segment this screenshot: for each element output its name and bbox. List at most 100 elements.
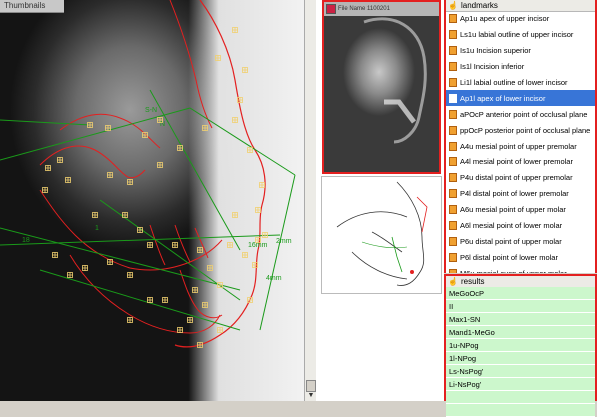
landmark-icon	[449, 141, 457, 151]
landmark-item[interactable]: A4l mesial point of lower premolar	[446, 154, 595, 170]
landmark-marker[interactable]	[45, 165, 51, 171]
landmark-label: Ap1l apex of lower incisor	[460, 93, 546, 103]
landmark-marker[interactable]	[197, 247, 203, 253]
landmark-marker[interactable]	[67, 272, 73, 278]
landmark-marker[interactable]	[127, 317, 133, 323]
landmark-marker[interactable]	[232, 212, 238, 218]
landmark-marker[interactable]	[227, 242, 233, 248]
landmark-item[interactable]: P4l distal point of lower premolar	[446, 186, 595, 202]
landmark-marker[interactable]	[147, 297, 153, 303]
landmark-item[interactable]: A4u mesial point of upper premolar	[446, 138, 595, 154]
sn-line	[0, 107, 191, 161]
landmark-item[interactable]: Is1u Incision superior	[446, 43, 595, 59]
landmark-icon	[449, 157, 457, 167]
landmark-marker[interactable]	[127, 179, 133, 185]
landmarks-panel: ☝ landmarks Ap1u apex of upper incisor Ls…	[444, 0, 597, 273]
landmark-marker[interactable]	[247, 147, 253, 153]
xray-thumbnail[interactable]: File Name 1100201	[322, 0, 441, 174]
landmark-item[interactable]: Ap1u apex of upper incisor	[446, 11, 595, 27]
landmark-icon	[449, 252, 457, 262]
landmark-marker[interactable]	[207, 265, 213, 271]
landmark-marker[interactable]	[107, 172, 113, 178]
landmark-item[interactable]: P6u distal point of upper molar	[446, 233, 595, 249]
landmark-marker[interactable]	[157, 162, 163, 168]
result-row[interactable]: MeGoOcP	[446, 287, 595, 300]
landmark-marker[interactable]	[137, 227, 143, 233]
landmark-marker[interactable]	[259, 182, 265, 188]
landmark-item[interactable]: Ls1u labial outline of upper incisor	[446, 27, 595, 43]
landmarks-list[interactable]: Ap1u apex of upper incisor Ls1u labial ou…	[446, 11, 595, 273]
mandible-trace	[69, 254, 221, 334]
landmark-marker[interactable]	[255, 237, 261, 243]
results-list[interactable]: MeGoOcP II Max1-SN Mand1-MeGo 1u-NPog 1l-NPog…	[446, 287, 595, 417]
landmark-marker[interactable]	[87, 122, 93, 128]
landmark-marker[interactable]	[57, 157, 63, 163]
result-row[interactable]	[446, 391, 595, 404]
landmark-marker[interactable]	[187, 317, 193, 323]
landmark-marker[interactable]	[177, 145, 183, 151]
landmark-marker[interactable]	[127, 272, 133, 278]
landmark-item[interactable]: P4u distal point of upper premolar	[446, 170, 595, 186]
result-row[interactable]: 1l-NPog	[446, 352, 595, 365]
tracing-thumbnail[interactable]	[321, 176, 442, 294]
scroll-down-arrow-icon[interactable]: ▼	[306, 391, 316, 400]
landmark-item[interactable]: M6u mesial cusp of upper molar	[446, 265, 595, 273]
landmark-item[interactable]: Is1l Incision inferior	[446, 59, 595, 75]
landmark-marker[interactable]	[192, 287, 198, 293]
result-row[interactable]: Max1-SN	[446, 313, 595, 326]
landmark-label: Is1u Incision superior	[460, 46, 531, 56]
landmark-marker[interactable]	[262, 232, 268, 238]
landmark-marker[interactable]	[92, 212, 98, 218]
landmark-item[interactable]: Li1l labial outline of lower incisor	[446, 75, 595, 91]
landmark-label: P6l distal point of lower molar	[460, 252, 558, 262]
landmark-marker[interactable]	[217, 282, 223, 288]
sella-region-trace	[59, 113, 161, 149]
landmark-marker[interactable]	[147, 242, 153, 248]
landmark-item[interactable]: A6l mesial point of lower molar	[446, 218, 595, 234]
results-title: results	[460, 277, 485, 286]
landmark-item[interactable]: Ap1l apex of lower incisor	[446, 90, 595, 107]
cephalometric-xray-view[interactable]: Thumbnails S-N N 18 16mm 2mm 4mm 1	[0, 0, 304, 401]
landmark-marker[interactable]	[202, 125, 208, 131]
result-row[interactable]: Mand1-MeGo	[446, 326, 595, 339]
landmark-marker[interactable]	[142, 132, 148, 138]
tracing-overlay: S-N N 18 16mm 2mm 4mm 1	[0, 0, 296, 348]
landmark-item[interactable]: ppOcP posterior point of occlusal plane	[446, 122, 595, 138]
result-row[interactable]: II	[446, 300, 595, 313]
measure-4mm-label: 4mm	[266, 275, 282, 282]
vertical-reference-line	[149, 89, 241, 251]
landmark-label: Ap1u apex of upper incisor	[460, 14, 550, 24]
landmark-marker[interactable]	[177, 327, 183, 333]
landmark-marker[interactable]	[237, 97, 243, 103]
landmark-marker[interactable]	[105, 125, 111, 131]
result-row[interactable]	[446, 404, 595, 417]
landmark-marker[interactable]	[42, 187, 48, 193]
landmark-marker[interactable]	[197, 342, 203, 348]
landmark-marker[interactable]	[157, 117, 163, 123]
result-row[interactable]: Li-NsPog'	[446, 378, 595, 391]
landmark-marker[interactable]	[215, 55, 221, 61]
landmark-item[interactable]: P6l distal point of lower molar	[446, 249, 595, 265]
landmark-item[interactable]: A6u mesial point of upper molar	[446, 202, 595, 218]
result-row[interactable]: 1u-NPog	[446, 339, 595, 352]
landmark-marker[interactable]	[247, 297, 253, 303]
landmark-label: P4u distal point of upper premolar	[460, 173, 573, 183]
landmark-marker[interactable]	[202, 302, 208, 308]
landmark-marker[interactable]	[232, 27, 238, 33]
landmark-marker[interactable]	[65, 177, 71, 183]
landmark-item[interactable]: aPOcP anterior point of occlusal plane	[446, 106, 595, 122]
landmark-marker[interactable]	[242, 252, 248, 258]
landmark-marker[interactable]	[172, 242, 178, 248]
landmark-marker[interactable]	[232, 117, 238, 123]
landmark-marker[interactable]	[52, 252, 58, 258]
landmark-marker[interactable]	[252, 262, 258, 268]
landmark-marker[interactable]	[122, 212, 128, 218]
landmark-marker[interactable]	[255, 207, 261, 213]
landmark-marker[interactable]	[162, 297, 168, 303]
landmark-label: A4u mesial point of upper premolar	[460, 141, 577, 151]
landmark-marker[interactable]	[242, 67, 248, 73]
landmark-marker[interactable]	[217, 327, 223, 333]
landmark-marker[interactable]	[82, 265, 88, 271]
result-row[interactable]: Ls-NsPog'	[446, 365, 595, 378]
landmark-marker[interactable]	[107, 259, 113, 265]
